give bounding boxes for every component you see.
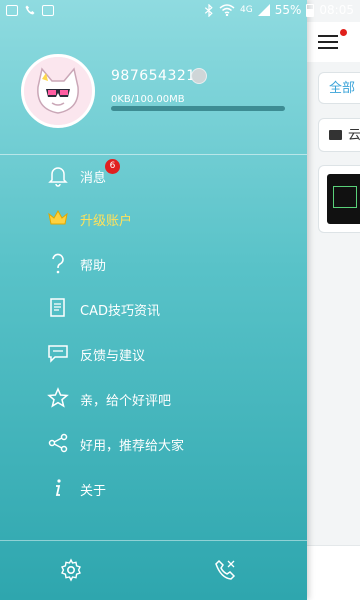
drawer-bottom-bar [0, 541, 307, 600]
bluetooth-icon [204, 3, 213, 17]
hamburger-menu-icon[interactable] [318, 34, 342, 52]
menu-item-messages[interactable]: 消息 6 [0, 155, 307, 195]
storage-text: 0KB/100.00MB [111, 94, 185, 105]
gear-icon[interactable] [59, 558, 83, 582]
phone-icon[interactable] [213, 558, 237, 582]
menu-item-label: 好用，推荐给大家 [80, 439, 185, 454]
status-bar: 4G 55% 08:05 [0, 0, 360, 22]
folder-icon [329, 130, 342, 140]
info-icon [55, 479, 61, 496]
notification-dot [340, 29, 347, 36]
username: 987654321 [111, 68, 196, 84]
status-right: 4G 55% 08:05 [204, 3, 354, 17]
avatar[interactable] [21, 54, 95, 128]
cloud-folder-row[interactable]: 云 [318, 118, 360, 152]
menu-item-share[interactable]: 好用，推荐给大家 [0, 423, 307, 463]
document-icon [50, 298, 65, 317]
chat-icon [48, 345, 68, 363]
file-card[interactable] [318, 165, 360, 233]
menu-item-label: 亲，给个好评吧 [80, 394, 172, 409]
share-icon [48, 433, 68, 453]
star-icon [47, 387, 69, 408]
cloud-label: 云 [348, 128, 360, 143]
menu-item-upgrade[interactable]: 升级账户 [0, 198, 307, 238]
app-bottom-bar [307, 545, 360, 600]
question-icon [52, 253, 64, 274]
network-type: 4G [240, 5, 253, 15]
battery-icon [306, 3, 315, 17]
menu-item-label: 升级账户 [80, 214, 133, 229]
menu-item-label: 消息 [80, 171, 107, 186]
gallery-icon [6, 4, 18, 16]
navigation-drawer: 987654321 0KB/100.00MB 消息 6 升级账户 帮助 CAD技… [0, 0, 307, 600]
phone-call-icon [25, 5, 35, 15]
menu-item-help[interactable]: 帮助 [0, 243, 307, 283]
signal-icon [257, 4, 270, 16]
battery-percent: 55% [274, 3, 302, 17]
clock: 08:05 [319, 3, 354, 17]
menu-item-about[interactable]: 关于 [0, 468, 307, 508]
filter-chip-all[interactable]: 全部 [318, 72, 360, 104]
menu-item-cad-tips[interactable]: CAD技巧资讯 [0, 288, 307, 328]
menu-item-label: 关于 [80, 484, 107, 499]
wifi-icon [219, 4, 235, 16]
profile-header: 987654321 0KB/100.00MB [0, 22, 307, 154]
menu-item-rate[interactable]: 亲，给个好评吧 [0, 378, 307, 418]
menu-item-feedback[interactable]: 反馈与建议 [0, 333, 307, 373]
file-thumbnail [327, 174, 360, 224]
notification-icon [42, 4, 54, 16]
unread-badge: 6 [105, 159, 120, 174]
storage-progress-bar [111, 106, 285, 111]
menu-item-label: CAD技巧资讯 [80, 304, 160, 319]
vip-badge-icon[interactable] [191, 68, 207, 84]
menu-item-label: 帮助 [80, 259, 107, 274]
cat-avatar-icon [24, 57, 92, 125]
bell-icon [48, 167, 68, 187]
status-left [6, 4, 54, 16]
menu-item-label: 反馈与建议 [80, 349, 146, 364]
crown-icon [48, 209, 68, 225]
